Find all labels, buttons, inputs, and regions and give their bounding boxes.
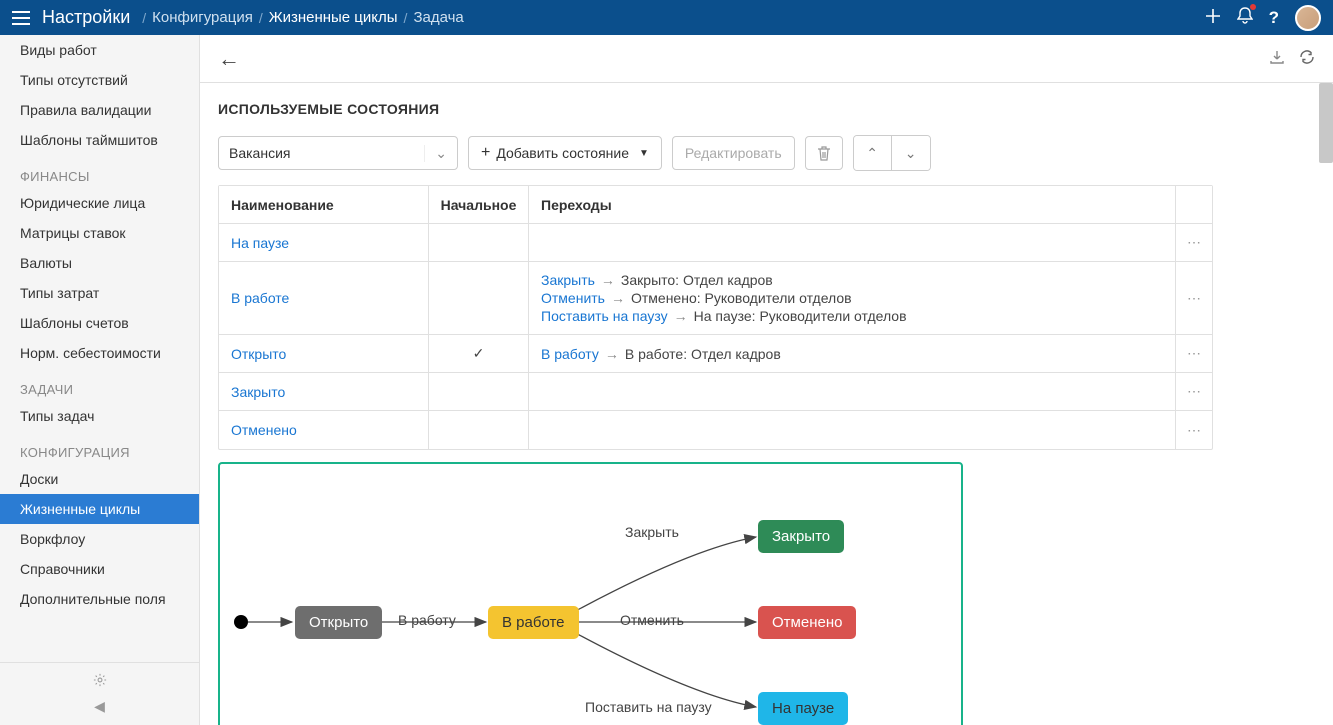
- download-icon[interactable]: [1269, 49, 1285, 68]
- move-down-button[interactable]: ⌄: [892, 136, 930, 170]
- add-state-button[interactable]: + Добавить состояние ▼: [468, 136, 662, 170]
- transition-action-link[interactable]: Отменить: [541, 290, 605, 306]
- notification-dot: [1250, 4, 1256, 10]
- lifecycle-select[interactable]: Вакансия ⌄: [218, 136, 458, 170]
- add-icon[interactable]: [1205, 8, 1221, 27]
- row-menu-button[interactable]: ⋯: [1176, 224, 1212, 261]
- sidebar-item[interactable]: Справочники: [0, 554, 199, 584]
- table-row[interactable]: Закрыто ⋯: [219, 373, 1212, 411]
- chevron-up-icon: ⌃: [866, 145, 878, 162]
- edit-button[interactable]: Редактировать: [672, 136, 795, 170]
- top-header: Настройки / Конфигурация / Жизненные цик…: [0, 0, 1333, 35]
- transition-line: Закрыть→Закрыто: Отдел кадров: [541, 272, 773, 288]
- move-up-button[interactable]: ⌃: [854, 136, 892, 170]
- sidebar-item[interactable]: Типы затрат: [0, 278, 199, 308]
- sidebar-section-header: ЗАДАЧИ: [0, 368, 199, 401]
- crumb-task[interactable]: Задача: [413, 9, 463, 26]
- transition-action-link[interactable]: В работу: [541, 346, 599, 362]
- section-title: ИСПОЛЬЗУЕМЫЕ СОСТОЯНИЯ: [218, 101, 1315, 117]
- sidebar-item[interactable]: Юридические лица: [0, 188, 199, 218]
- lifecycle-diagram: Открыто В работе Закрыто Отменено На пау…: [218, 462, 963, 725]
- chevron-down-icon: ⌄: [424, 145, 447, 162]
- table-row[interactable]: Отменено ⋯: [219, 411, 1212, 449]
- node-work[interactable]: В работе: [488, 606, 579, 639]
- col-initial: Начальное: [429, 186, 529, 223]
- sidebar-item[interactable]: Доски: [0, 464, 199, 494]
- sidebar-item[interactable]: Воркфлоу: [0, 524, 199, 554]
- edge-close: Закрыть: [625, 524, 679, 540]
- node-cancelled[interactable]: Отменено: [758, 606, 856, 639]
- start-dot: [234, 615, 248, 629]
- state-link[interactable]: В работе: [231, 290, 289, 306]
- sidebar-item[interactable]: Жизненные циклы: [0, 494, 199, 524]
- crumb-config[interactable]: Конфигурация: [152, 9, 253, 26]
- edge-pause: Поставить на паузу: [585, 699, 712, 715]
- table-row[interactable]: В работе Закрыть→Закрыто: Отдел кадров Отм…: [219, 262, 1212, 335]
- transition-line: В работу→В работе: Отдел кадров: [541, 346, 781, 362]
- sidebar-item[interactable]: Виды работ: [0, 35, 199, 65]
- bell-icon[interactable]: [1237, 7, 1253, 28]
- sidebar-section-header: ФИНАНСЫ: [0, 155, 199, 188]
- row-menu-button[interactable]: ⋯: [1176, 335, 1212, 372]
- row-menu-button[interactable]: ⋯: [1176, 262, 1212, 334]
- sidebar-item[interactable]: Валюты: [0, 248, 199, 278]
- chevron-down-icon: ⌄: [905, 145, 917, 162]
- settings-gear-icon[interactable]: [0, 669, 199, 694]
- transition-line: Отменить→Отменено: Руководители отделов: [541, 290, 852, 306]
- back-arrow-icon[interactable]: ←: [218, 46, 240, 72]
- avatar[interactable]: [1295, 5, 1321, 31]
- dropdown-caret-icon: ▼: [639, 148, 649, 159]
- col-transitions: Переходы: [529, 186, 1176, 223]
- state-link[interactable]: Открыто: [231, 346, 286, 362]
- delete-button[interactable]: [805, 136, 843, 170]
- refresh-icon[interactable]: [1299, 49, 1315, 68]
- sidebar-item[interactable]: Норм. себестоимости: [0, 338, 199, 368]
- state-link[interactable]: Отменено: [231, 422, 297, 438]
- sidebar-item[interactable]: Дополнительные поля: [0, 584, 199, 614]
- collapse-sidebar-icon[interactable]: ◀: [0, 694, 199, 719]
- sidebar: Виды работТипы отсутствийПравила валидац…: [0, 35, 200, 725]
- select-value: Вакансия: [229, 145, 290, 161]
- content-area: ← ИСПОЛЬЗУЕМЫЕ СОСТОЯНИЯ Вакансия ⌄ +: [200, 35, 1333, 725]
- state-link[interactable]: Закрыто: [231, 384, 285, 400]
- table-row[interactable]: Открыто ✓ В работу→В работе: Отдел кадров ⋯: [219, 335, 1212, 373]
- sidebar-item[interactable]: Матрицы ставок: [0, 218, 199, 248]
- menu-icon[interactable]: [12, 11, 30, 25]
- check-icon: ✓: [473, 345, 485, 362]
- crumb-lifecycles[interactable]: Жизненные циклы: [269, 9, 398, 26]
- transition-action-link[interactable]: Закрыть: [541, 272, 595, 288]
- node-open[interactable]: Открыто: [295, 606, 382, 639]
- sidebar-section-header: КОНФИГУРАЦИЯ: [0, 431, 199, 464]
- breadcrumb: Настройки / Конфигурация / Жизненные цик…: [42, 7, 1205, 28]
- content-header: ←: [200, 35, 1333, 83]
- transition-action-link[interactable]: Поставить на паузу: [541, 308, 668, 324]
- row-menu-button[interactable]: ⋯: [1176, 373, 1212, 410]
- row-menu-button[interactable]: ⋯: [1176, 411, 1212, 449]
- edge-to-work: В работу: [398, 612, 456, 628]
- col-name: Наименование: [219, 186, 429, 223]
- state-link[interactable]: На паузе: [231, 235, 289, 251]
- sidebar-item[interactable]: Правила валидации: [0, 95, 199, 125]
- states-table: Наименование Начальное Переходы На паузе…: [218, 185, 1213, 450]
- toolbar: Вакансия ⌄ + Добавить состояние ▼ Редакт…: [218, 135, 1315, 171]
- trash-icon: [817, 146, 831, 161]
- sidebar-item[interactable]: Шаблоны таймшитов: [0, 125, 199, 155]
- sidebar-item[interactable]: Типы задач: [0, 401, 199, 431]
- help-icon[interactable]: ?: [1269, 8, 1279, 28]
- transition-line: Поставить на паузу→На паузе: Руководител…: [541, 308, 907, 324]
- edge-cancel: Отменить: [620, 612, 684, 628]
- node-closed[interactable]: Закрыто: [758, 520, 844, 553]
- plus-icon: +: [481, 144, 490, 162]
- node-paused[interactable]: На паузе: [758, 692, 848, 725]
- app-title: Настройки: [42, 7, 130, 28]
- table-row[interactable]: На паузе ⋯: [219, 224, 1212, 262]
- sidebar-item[interactable]: Типы отсутствий: [0, 65, 199, 95]
- sidebar-item[interactable]: Шаблоны счетов: [0, 308, 199, 338]
